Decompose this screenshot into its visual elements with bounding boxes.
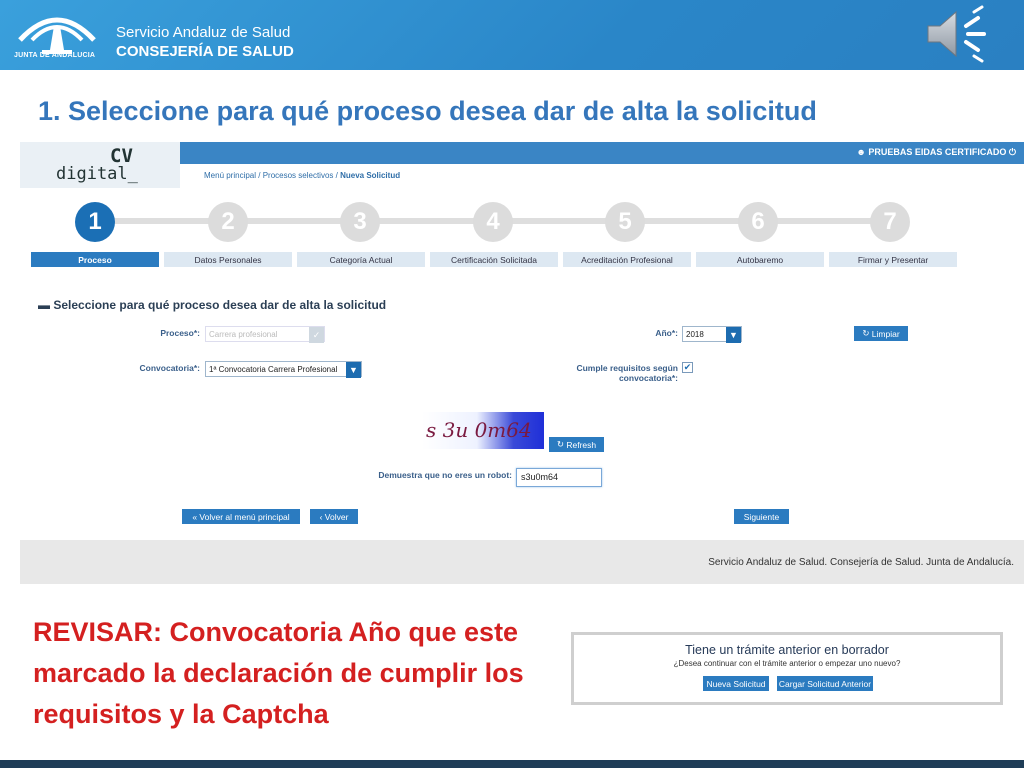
- breadcrumb: Menú principal / Procesos selectivos / N…: [204, 171, 400, 180]
- slide-title: 1. Seleccione para qué proceso desea dar…: [38, 96, 817, 126]
- limpiar-label: Limpiar: [871, 328, 900, 339]
- tab-firmar-presentar[interactable]: Firmar y Presentar: [829, 252, 957, 267]
- top-banner: JUNTA DE ANDALUCIA Servicio Andaluz de S…: [0, 0, 1024, 70]
- chevron-down-icon[interactable]: ✓: [309, 327, 324, 343]
- user-name: PRUEBAS EIDAS CERTIFICADO: [868, 147, 1007, 157]
- step-1[interactable]: 1: [75, 202, 115, 242]
- org-department: CONSEJERÍA DE SALUD: [116, 43, 294, 60]
- dialog-title: Tiene un trámite anterior en borrador: [685, 643, 889, 657]
- tab-certificacion-solicitada[interactable]: Certificación Solicitada: [430, 252, 558, 267]
- proceso-value: Carrera profesional: [209, 330, 278, 339]
- requisitos-checkbox[interactable]: ✔: [682, 362, 693, 373]
- convocatoria-select[interactable]: 1ª Convocatoria Carrera Profesional ▼: [205, 361, 362, 378]
- app-footer: Servicio Andaluz de Salud. Consejería de…: [20, 540, 1024, 584]
- collapse-icon[interactable]: ▬: [38, 298, 50, 312]
- volver-menu-label: Volver al menú principal: [199, 511, 290, 522]
- breadcrumb-home[interactable]: Menú principal: [204, 171, 256, 180]
- speaker-icon[interactable]: [924, 4, 994, 64]
- breadcrumb-procesos[interactable]: Procesos selectivos: [263, 171, 334, 180]
- captcha-text: s 3u 0m64: [426, 418, 532, 442]
- refresh-label: Refresh: [566, 439, 597, 450]
- review-note: REVISAR: Convocatoria Año que este marca…: [33, 617, 524, 729]
- cargar-solicitud-button[interactable]: Cargar Solicitud Anterior: [777, 676, 873, 691]
- requisitos-label-line1: Cumple requisitos según: [576, 363, 678, 373]
- proceso-label: Proceso*:: [160, 328, 200, 338]
- app-screenshot: ☻ PRUEBAS EIDAS CERTIFICADO ⏻ CV digital…: [20, 142, 1024, 584]
- robot-label: Demuestra que no eres un robot:: [378, 470, 512, 480]
- wizard-steps: 1 2 3 4 5 6 7: [75, 202, 915, 242]
- convocatoria-value: 1ª Convocatoria Carrera Profesional: [209, 365, 338, 374]
- org-name: Servicio Andaluz de Salud: [116, 24, 291, 41]
- checkmark-icon: ✔: [683, 362, 692, 372]
- anio-value: 2018: [686, 330, 704, 339]
- breadcrumb-current: Nueva Solicitud: [340, 171, 401, 180]
- nueva-solicitud-button[interactable]: Nueva Solicitud: [703, 676, 769, 691]
- captcha-image: s 3u 0m64: [422, 412, 544, 449]
- step-4[interactable]: 4: [473, 202, 513, 242]
- proceso-select[interactable]: Carrera profesional ✓: [205, 326, 325, 343]
- convocatoria-label: Convocatoria*:: [139, 363, 200, 373]
- tab-acreditacion-profesional[interactable]: Acreditación Profesional: [563, 252, 691, 267]
- captcha-input[interactable]: s3u0m64: [516, 468, 602, 487]
- section-title-text: Seleccione para qué proceso desea dar de…: [53, 298, 387, 312]
- anio-select[interactable]: 2018 ▼: [682, 326, 742, 343]
- volver-menu-button[interactable]: « Volver al menú principal: [182, 509, 300, 524]
- power-icon[interactable]: ⏻: [1009, 147, 1016, 157]
- logo-caption: JUNTA DE ANDALUCIA: [14, 52, 96, 59]
- chevron-down-icon[interactable]: ▼: [346, 362, 361, 378]
- draft-dialog: Tiene un trámite anterior en borrador ¿D…: [571, 632, 1003, 705]
- step-3[interactable]: 3: [340, 202, 380, 242]
- tab-datos-personales[interactable]: Datos Personales: [164, 252, 292, 267]
- dialog-subtitle: ¿Desea continuar con el trámite anterior…: [673, 659, 901, 668]
- wizard-tabs: Proceso Datos Personales Categoría Actua…: [31, 252, 961, 267]
- breadcrumb-separator: /: [256, 171, 263, 180]
- siguiente-button[interactable]: Siguiente: [734, 509, 789, 524]
- volver-label: Volver: [324, 511, 349, 522]
- cv-digital-logo[interactable]: CV digital_: [20, 142, 180, 188]
- footer-text: Servicio Andaluz de Salud. Consejería de…: [708, 557, 1014, 568]
- section-title[interactable]: ▬ Seleccione para qué proceso desea dar …: [38, 298, 386, 312]
- refresh-captcha-button[interactable]: ↻ Refresh: [549, 437, 604, 452]
- captcha-input-value: s3u0m64: [521, 472, 559, 482]
- refresh-icon: ↻: [862, 328, 872, 338]
- step-7[interactable]: 7: [870, 202, 910, 242]
- step-2[interactable]: 2: [208, 202, 248, 242]
- slide-bottom-bar: [0, 760, 1024, 768]
- refresh-icon: ↻: [556, 439, 567, 449]
- user-menu[interactable]: ☻ PRUEBAS EIDAS CERTIFICADO ⏻: [856, 147, 1016, 158]
- limpiar-button[interactable]: ↻ Limpiar: [854, 326, 908, 341]
- user-icon: ☻: [856, 147, 866, 157]
- tab-autobaremo[interactable]: Autobaremo: [696, 252, 824, 267]
- double-chevron-left-icon: «: [192, 511, 200, 522]
- requisitos-label: Cumple requisitos según convocatoria*:: [560, 363, 678, 383]
- anio-label: Año*:: [655, 328, 678, 338]
- chevron-down-icon[interactable]: ▼: [726, 327, 741, 343]
- step-5[interactable]: 5: [605, 202, 645, 242]
- step-6[interactable]: 6: [738, 202, 778, 242]
- tab-categoria-actual[interactable]: Categoría Actual: [297, 252, 425, 267]
- tab-proceso[interactable]: Proceso: [31, 252, 159, 267]
- logo-text-digital: digital_: [56, 164, 138, 184]
- volver-button[interactable]: ‹ Volver: [310, 509, 358, 524]
- requisitos-label-line2: convocatoria*:: [618, 373, 678, 383]
